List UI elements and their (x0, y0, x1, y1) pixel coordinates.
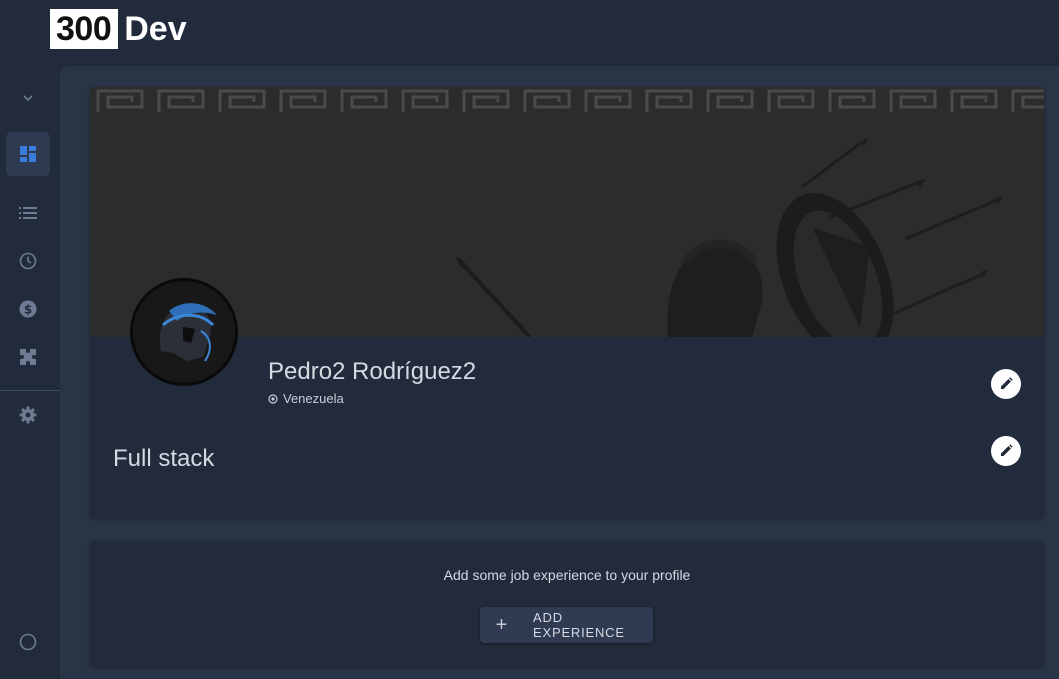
pencil-icon (1001, 377, 1013, 389)
sidebar-item-settings[interactable] (6, 393, 50, 437)
svg-text:$: $ (24, 303, 32, 317)
add-experience-label: ADD EXPERIENCE (533, 610, 625, 640)
app-logo[interactable]: 300 Dev (50, 9, 187, 49)
logo-number: 300 (50, 9, 119, 49)
plus-icon: + (495, 614, 508, 636)
profile-card: Pedro2 Rodríguez2 Venezuela Full stack (90, 87, 1044, 518)
chevron-down-icon (23, 95, 33, 102)
gear-icon (19, 406, 37, 424)
avatar[interactable] (130, 278, 238, 386)
dollar-icon: $ (19, 300, 37, 318)
experience-card: Add some job experience to your profile … (90, 541, 1044, 667)
profile-name: Pedro2 Rodríguez2 (268, 358, 477, 385)
sidebar-item-integrations[interactable] (6, 335, 50, 379)
puzzle-icon (20, 349, 36, 365)
sidebar-collapse-button[interactable] (6, 76, 50, 120)
sidebar-item-list[interactable] (6, 191, 50, 235)
sidebar-item-payments[interactable]: $ (6, 287, 50, 331)
top-bar: 300 Dev (0, 0, 1059, 60)
spartan-banner-image (90, 87, 1044, 361)
list-icon (19, 207, 37, 219)
spartan-avatar-image (133, 281, 235, 383)
sidebar: $ (0, 60, 60, 679)
profile-headline: Full stack (113, 445, 215, 472)
location-pin-icon (268, 393, 278, 404)
edit-name-button[interactable] (991, 369, 1021, 399)
profile-location: Venezuela (268, 391, 344, 406)
experience-empty-message: Add some job experience to your profile (443, 567, 691, 583)
sidebar-item-dashboard[interactable] (6, 132, 50, 176)
add-experience-button[interactable]: + ADD EXPERIENCE (480, 607, 653, 643)
clock-icon (19, 252, 37, 270)
sidebar-item-status[interactable] (6, 620, 50, 664)
sidebar-divider (0, 390, 60, 391)
pencil-icon (1001, 444, 1013, 456)
logo-suffix: Dev (124, 10, 187, 48)
sidebar-item-history[interactable] (6, 239, 50, 283)
location-text: Venezuela (283, 391, 344, 406)
circle-icon (19, 633, 37, 651)
dashboard-icon (20, 146, 36, 162)
profile-banner (90, 87, 1044, 361)
edit-headline-button[interactable] (991, 436, 1021, 466)
